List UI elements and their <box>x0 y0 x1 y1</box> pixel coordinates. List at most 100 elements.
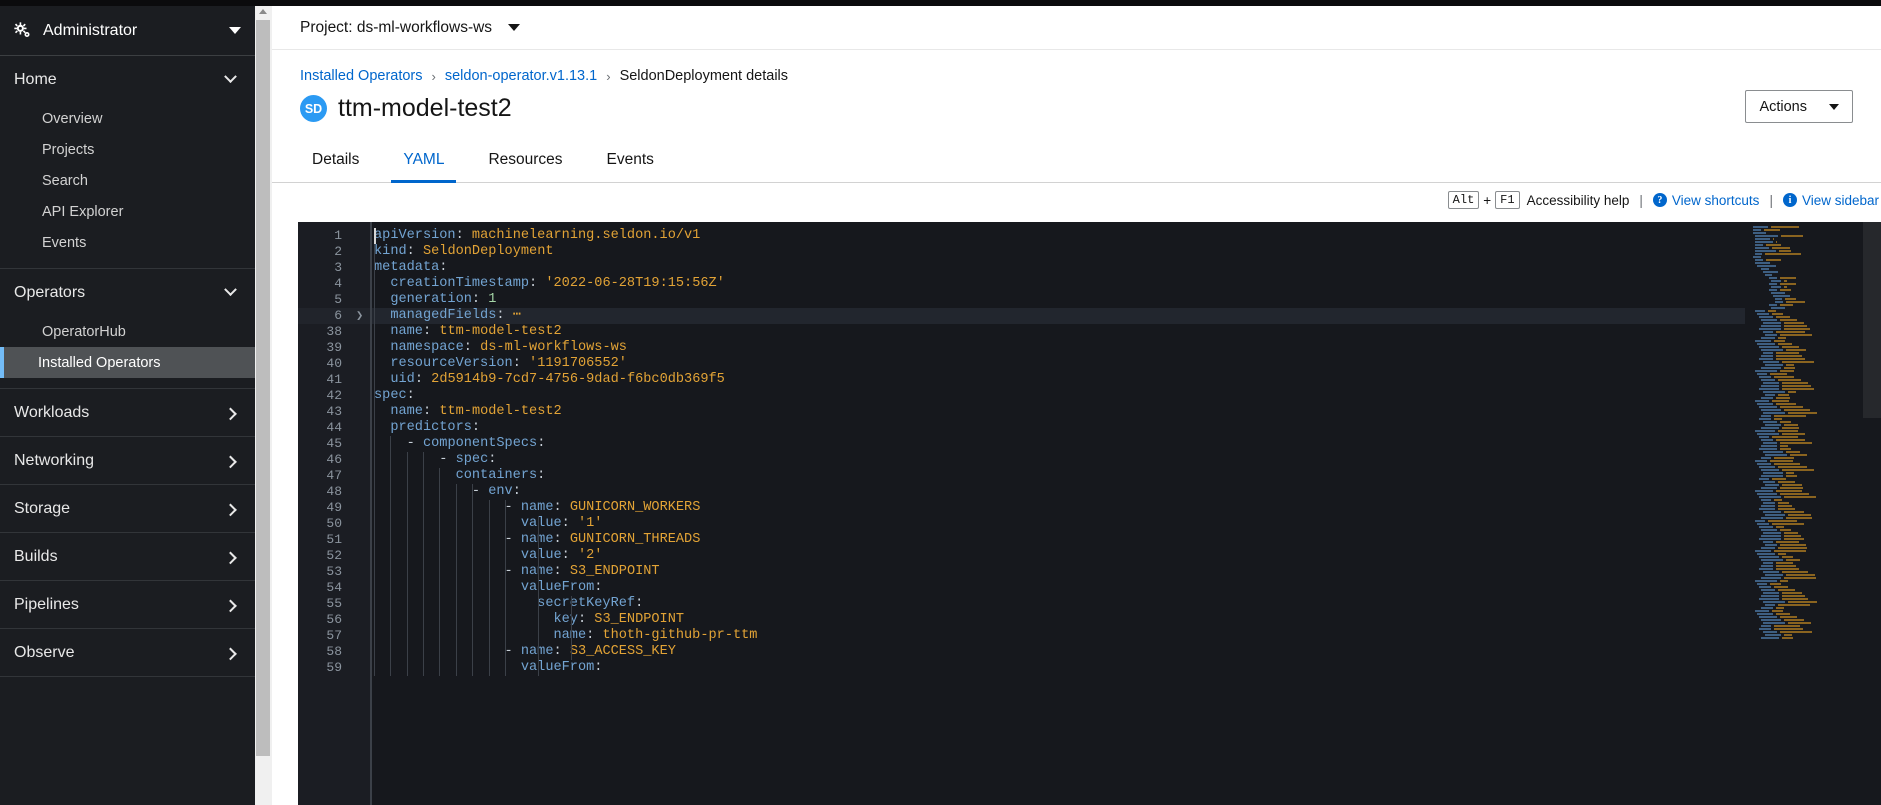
yaml-value: 1 <box>488 292 497 307</box>
minimap-line <box>1784 538 1804 540</box>
scroll-up-arrow-icon[interactable] <box>259 9 267 14</box>
minimap-line <box>1757 493 1777 495</box>
minimap-line <box>1765 604 1775 606</box>
line-number: 38 <box>326 324 342 339</box>
sidebar-item-api-explorer[interactable]: API Explorer <box>0 196 255 227</box>
sidebar-group-header-home[interactable]: Home <box>0 56 255 103</box>
sidebar-group-label: Storage <box>14 499 71 517</box>
minimap-line <box>1759 628 1771 630</box>
colon: : <box>561 548 570 563</box>
minimap-slider[interactable] <box>1863 222 1881 418</box>
sidebar-group-header-pipelines[interactable]: Pipelines <box>0 581 255 628</box>
sidebar-item-overview[interactable]: Overview <box>0 103 255 134</box>
sidebar-group-pipelines: Pipelines <box>0 581 255 629</box>
sidebar-item-installed-operators[interactable]: Installed Operators <box>0 347 255 378</box>
actions-button[interactable]: Actions <box>1745 90 1853 123</box>
minimap-line <box>1755 490 1773 492</box>
colon: : <box>537 468 546 483</box>
project-selector[interactable]: Project: ds-ml-workflows-ws <box>272 6 1881 50</box>
yaml-key: managedFields <box>390 308 497 323</box>
breadcrumb-item-0[interactable]: Installed Operators <box>300 68 423 84</box>
sidebar-group-header-builds[interactable]: Builds <box>0 533 255 580</box>
sidebar-item-operatorhub[interactable]: OperatorHub <box>0 316 255 347</box>
tab-events[interactable]: Events <box>595 141 666 183</box>
minimap-line <box>1761 547 1775 549</box>
sidebar-group-networking: Networking <box>0 437 255 485</box>
minimap-line <box>1761 469 1779 471</box>
sidebar-item-label: Events <box>42 234 87 251</box>
minimap-line <box>1761 619 1781 621</box>
minimap-line <box>1780 334 1812 336</box>
yaml-value: ⋯ <box>512 308 521 323</box>
minimap-line <box>1755 310 1765 312</box>
colon: : <box>455 228 464 243</box>
minimap-line <box>1782 361 1814 363</box>
minimap-line <box>1778 430 1798 432</box>
minimap-line <box>1776 352 1799 354</box>
sidebar-group-header-networking[interactable]: Networking <box>0 437 255 484</box>
code-line: generation: 1 <box>374 292 496 308</box>
yaml-key: spec <box>455 452 489 467</box>
minimap-line <box>1772 436 1798 438</box>
minimap-line <box>1763 331 1773 333</box>
minimap-line <box>1784 619 1804 621</box>
minimap-line <box>1780 304 1794 306</box>
sidebar-group-header-operators[interactable]: Operators <box>0 269 255 316</box>
tab-resources[interactable]: Resources <box>476 141 574 183</box>
minimap-line <box>1786 364 1794 366</box>
code-line: name: thoth-github-pr-ttm <box>374 628 757 644</box>
minimap-line <box>1784 496 1816 498</box>
breadcrumb-item-1[interactable]: seldon-operator.v1.13.1 <box>445 68 597 84</box>
minimap-line <box>1763 601 1785 603</box>
minimap-line <box>1780 580 1788 582</box>
sidebar-item-search[interactable]: Search <box>0 165 255 196</box>
yaml-value: 2d5914b9-7cd7-4756-9dad-f6bc0db369f5 <box>431 372 725 387</box>
yaml-key: name <box>390 324 423 339</box>
sidebar-group-header-observe[interactable]: Observe <box>0 629 255 676</box>
minimap-line <box>1765 544 1777 546</box>
sidebar-group-header-storage[interactable]: Storage <box>0 485 255 532</box>
code-line: - componentSpecs: <box>374 436 546 452</box>
caret-down-icon <box>508 24 521 31</box>
view-shortcuts-link[interactable]: ? View shortcuts <box>1652 193 1759 208</box>
line-number: 2 <box>334 244 342 259</box>
tab-label: Details <box>312 151 360 168</box>
view-sidebar-link[interactable]: i View sidebar <box>1782 193 1879 208</box>
fold-chevron-icon[interactable]: ❯ <box>356 308 363 324</box>
yaml-editor[interactable]: 1 apiVersion: machinelearning.seldon.io/v… <box>272 222 1881 805</box>
editor-minimap[interactable] <box>1745 222 1881 805</box>
editor-body[interactable]: 1 apiVersion: machinelearning.seldon.io/v… <box>298 222 1881 805</box>
sidebar-item-events[interactable]: Events <box>0 227 255 258</box>
sidebar-group-spacer <box>0 258 255 268</box>
minimap-line <box>1757 583 1767 585</box>
tab-details[interactable]: Details <box>300 141 371 183</box>
line-number: 49 <box>326 500 342 515</box>
minimap-line <box>1763 571 1779 573</box>
chevron-down-icon <box>224 283 237 297</box>
yaml-value: ttm-model-test2 <box>439 324 562 339</box>
indent-guide <box>571 596 572 660</box>
sidebar-item-projects[interactable]: Projects <box>0 134 255 165</box>
yaml-key: name <box>520 500 554 515</box>
scrollbar-thumb[interactable] <box>256 20 270 756</box>
yaml-key: valueFrom <box>520 580 595 595</box>
sidebar-item-label: API Explorer <box>42 203 124 220</box>
minimap-line <box>1776 355 1802 357</box>
minimap-line <box>1774 550 1806 552</box>
sidebar-group-header-workloads[interactable]: Workloads <box>0 389 255 436</box>
colon: : <box>471 420 481 435</box>
page-scrollbar[interactable] <box>255 6 272 805</box>
minimap-line <box>1778 337 1786 339</box>
list-dash: - <box>439 452 456 467</box>
tab-yaml[interactable]: YAML <box>391 141 457 183</box>
yaml-value: '2022-06-28T19:15:56Z' <box>545 276 725 291</box>
minimap-line <box>1763 421 1777 423</box>
persona-switcher[interactable]: Administrator <box>0 6 255 56</box>
sidebar-group-label: Operators <box>14 283 86 301</box>
minimap-line <box>1765 634 1781 636</box>
minimap-line <box>1757 523 1769 525</box>
